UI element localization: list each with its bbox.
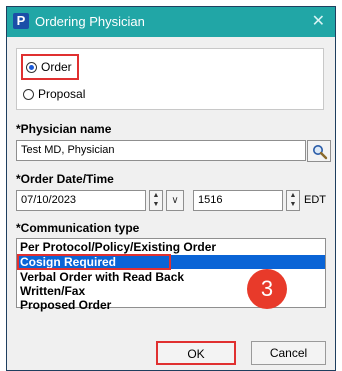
date-spinner[interactable]: ▲ ▼ xyxy=(149,190,163,211)
ok-button[interactable]: OK xyxy=(156,341,236,365)
radio-unchecked-icon[interactable] xyxy=(23,88,34,100)
dialog-title: Ordering Physician xyxy=(35,14,145,29)
cancel-button[interactable]: Cancel xyxy=(251,341,326,365)
cosign-highlight-box xyxy=(17,254,171,270)
physician-name-label: *Physician name xyxy=(16,122,112,136)
order-datetime-label: *Order Date/Time xyxy=(16,172,114,186)
order-time-field[interactable]: 1516 xyxy=(193,190,283,211)
search-physician-button[interactable] xyxy=(307,140,331,162)
title-bar: P Ordering Physician ✕ xyxy=(7,7,335,37)
date-dropdown-button[interactable]: ∨ xyxy=(166,190,184,211)
step-number-badge: 3 xyxy=(247,269,287,309)
proposal-radio-label: Proposal xyxy=(38,87,86,101)
proposal-radio[interactable]: Proposal xyxy=(23,85,85,103)
search-icon xyxy=(313,145,328,160)
order-type-group: Order Proposal xyxy=(16,48,324,110)
list-item[interactable]: Per Protocol/Policy/Existing Order xyxy=(17,240,325,254)
physician-name-field[interactable]: Test MD, Physician xyxy=(16,140,306,161)
order-radio[interactable]: Order xyxy=(21,54,79,80)
time-spinner[interactable]: ▲ ▼ xyxy=(286,190,300,211)
radio-checked-icon[interactable] xyxy=(26,61,37,73)
order-date-field[interactable]: 07/10/2023 xyxy=(16,190,146,211)
app-p-icon: P xyxy=(13,13,29,29)
order-radio-label: Order xyxy=(41,60,72,74)
timezone-label: EDT xyxy=(304,194,326,206)
communication-type-label: *Communication type xyxy=(16,221,140,235)
close-icon[interactable]: ✕ xyxy=(312,11,325,31)
ordering-physician-dialog: P Ordering Physician ✕ Order Proposal *P… xyxy=(6,6,336,371)
